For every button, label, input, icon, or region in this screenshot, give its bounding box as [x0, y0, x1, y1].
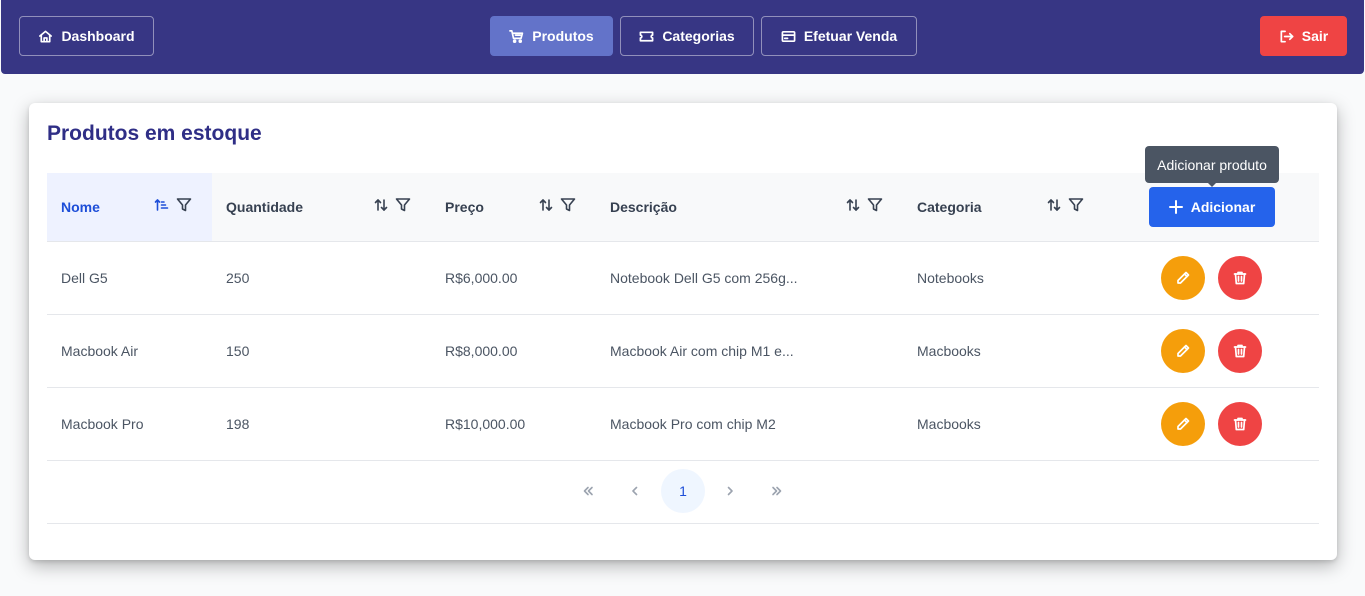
cell-quantidade: 198	[226, 416, 250, 432]
chevron-right-icon	[727, 486, 733, 496]
filter-icon[interactable]	[560, 197, 576, 213]
previous-page-button[interactable]	[613, 469, 657, 513]
column-label-preco: Preço	[445, 199, 484, 215]
column-label-descricao: Descrição	[610, 199, 677, 215]
page-number-button[interactable]: 1	[661, 469, 705, 513]
column-label-quantidade: Quantidade	[226, 199, 304, 215]
next-page-button[interactable]	[708, 469, 752, 513]
filter-icon[interactable]	[867, 197, 883, 213]
trash-icon	[1233, 417, 1247, 431]
trash-icon	[1233, 271, 1247, 285]
plus-icon	[1168, 200, 1183, 214]
nav-produtos-button[interactable]: Produtos	[490, 16, 613, 56]
filter-icon[interactable]	[1068, 197, 1084, 213]
pencil-icon	[1177, 271, 1190, 284]
ticket-icon	[639, 30, 654, 42]
nav-efetuar-venda-button[interactable]: Efetuar Venda	[761, 16, 917, 56]
column-header-nome[interactable]: Nome	[47, 173, 212, 241]
products-table: Nome Quantidade Preço Descrição Categori…	[47, 173, 1319, 524]
table-header: Nome Quantidade Preço Descrição Categori…	[47, 173, 1319, 242]
add-product-label: Adicionar	[1190, 199, 1256, 215]
filter-icon[interactable]	[395, 197, 411, 213]
cell-nome: Macbook Air	[61, 343, 139, 359]
sort-alt-icon[interactable]	[538, 197, 554, 213]
products-card: Produtos em estoque Nome Quantidade Preç…	[29, 103, 1337, 560]
nav-efetuar-venda-label: Efetuar Venda	[803, 28, 898, 44]
double-chevron-left-icon	[583, 486, 593, 496]
column-header-categoria[interactable]: Categoria	[903, 173, 1103, 241]
add-product-tooltip: Adicionar produto	[1145, 146, 1279, 187]
sort-alt-icon[interactable]	[373, 197, 389, 213]
column-header-quantidade[interactable]: Quantidade	[212, 173, 431, 241]
delete-button[interactable]	[1218, 402, 1262, 446]
edit-button[interactable]	[1161, 402, 1205, 446]
sign-out-icon	[1280, 30, 1294, 42]
column-header-preco[interactable]: Preço	[431, 173, 596, 241]
logout-label: Sair	[1301, 28, 1329, 44]
sort-alt-icon[interactable]	[1046, 197, 1062, 213]
nav-categorias-button[interactable]: Categorias	[620, 16, 754, 56]
credit-card-icon	[781, 30, 796, 42]
cell-categoria: Notebooks	[917, 270, 984, 286]
cell-descricao: Macbook Pro com chip M2	[610, 416, 776, 432]
first-page-button[interactable]	[566, 469, 610, 513]
cell-preco: R$6,000.00	[445, 270, 518, 286]
cart-icon	[509, 29, 524, 43]
column-label-categoria: Categoria	[917, 199, 982, 215]
delete-button[interactable]	[1218, 329, 1262, 373]
cell-descricao: Notebook Dell G5 com 256g...	[610, 270, 798, 286]
sort-alt-icon[interactable]	[845, 197, 861, 213]
page-title: Produtos em estoque	[47, 122, 262, 145]
table-row: Macbook Pro 198 R$10,000.00 Macbook Pro …	[47, 388, 1319, 461]
nav-produtos-label: Produtos	[532, 28, 594, 44]
delete-button[interactable]	[1218, 256, 1262, 300]
trash-icon	[1233, 344, 1247, 358]
logout-button[interactable]: Sair	[1260, 16, 1347, 56]
edit-button[interactable]	[1161, 329, 1205, 373]
cell-descricao: Macbook Air com chip M1 e...	[610, 343, 794, 359]
top-navbar: Dashboard Produtos Categorias Efetuar Ve…	[1, 0, 1364, 74]
column-label-nome: Nome	[61, 199, 100, 215]
cell-nome: Macbook Pro	[61, 416, 144, 432]
double-chevron-right-icon	[772, 486, 782, 496]
cell-quantidade: 150	[226, 343, 250, 359]
last-page-button[interactable]	[755, 469, 799, 513]
table-row: Macbook Air 150 R$8,000.00 Macbook Air c…	[47, 315, 1319, 388]
nav-dashboard-label: Dashboard	[61, 28, 135, 44]
pencil-icon	[1177, 344, 1190, 357]
nav-dashboard-button[interactable]: Dashboard	[19, 16, 154, 56]
cell-preco: R$8,000.00	[445, 343, 518, 359]
paginator: 1	[47, 461, 1319, 524]
cell-quantidade: 250	[226, 270, 250, 286]
sort-amount-up-icon[interactable]	[154, 197, 170, 213]
home-icon	[39, 30, 53, 42]
table-row: Dell G5 250 R$6,000.00 Notebook Dell G5 …	[47, 242, 1319, 315]
cell-nome: Dell G5	[61, 270, 108, 286]
cell-preco: R$10,000.00	[445, 416, 526, 432]
nav-categorias-label: Categorias	[662, 28, 735, 44]
chevron-left-icon	[632, 486, 638, 496]
cell-categoria: Macbooks	[917, 416, 981, 432]
cell-categoria: Macbooks	[917, 343, 981, 359]
column-header-descricao[interactable]: Descrição	[596, 173, 903, 241]
pencil-icon	[1177, 417, 1190, 430]
add-product-button[interactable]: Adicionar	[1149, 187, 1275, 227]
edit-button[interactable]	[1161, 256, 1205, 300]
filter-icon[interactable]	[176, 197, 192, 213]
